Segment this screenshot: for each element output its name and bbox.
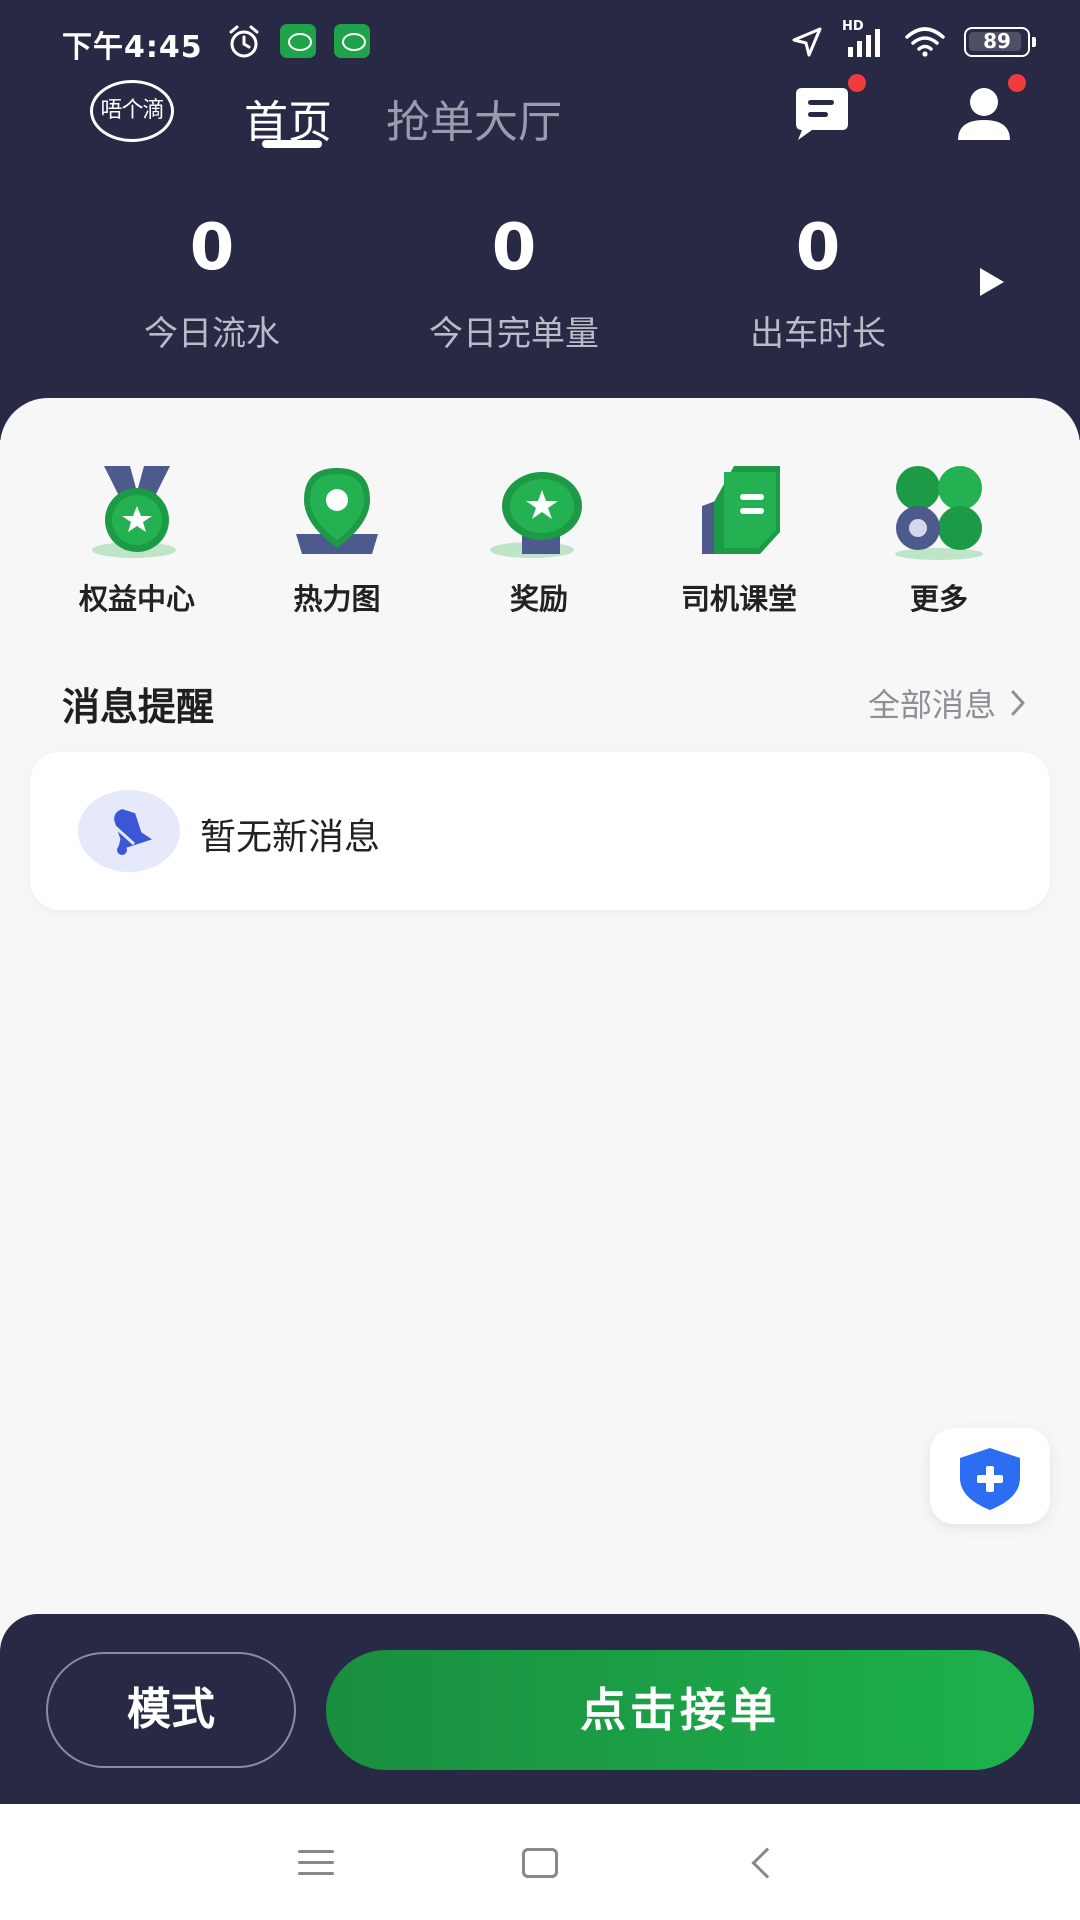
messages-badge (846, 72, 868, 94)
signal-icon: HD (842, 19, 886, 59)
system-navigation-bar (0, 1804, 1080, 1920)
messages-button[interactable] (790, 72, 868, 144)
user-icon (958, 88, 1010, 140)
chevron-right-icon (1011, 690, 1025, 716)
feature-benefits-center[interactable]: 权益中心 (52, 462, 222, 618)
app-notification-icon-2 (334, 24, 370, 58)
battery-indicator: 89 (964, 27, 1036, 57)
feature-label: 更多 (909, 582, 968, 616)
bell-icon-container (78, 790, 180, 872)
message-card[interactable]: 暂无新消息 (30, 752, 1050, 910)
wifi-icon (905, 27, 945, 57)
messages-section-title: 消息提醒 (62, 685, 215, 729)
all-messages-label: 全部消息 (867, 686, 996, 724)
stat-today-income[interactable]: 0 今日流水 (92, 208, 332, 355)
profile-badge (1006, 72, 1028, 94)
medal-star-icon (92, 466, 176, 558)
app-logo: 唔个滴 (90, 80, 174, 142)
app-notification-icon (280, 24, 316, 58)
location-arrow-icon (792, 27, 822, 57)
stat-driving-time[interactable]: 0 出车时长 (698, 208, 938, 355)
empty-message-text: 暂无新消息 (200, 817, 381, 858)
stat-value: 0 (491, 211, 537, 285)
recent-apps-icon[interactable] (298, 1850, 334, 1876)
all-messages-link[interactable]: 全部消息 (868, 680, 1028, 726)
status-bar: 下午4:45 HD 89 (0, 0, 1080, 80)
chat-bubble-icon (796, 88, 848, 140)
stat-label: 今日完单量 (429, 314, 599, 354)
stat-value: 0 (795, 211, 841, 285)
feature-label: 热力图 (293, 582, 381, 616)
accept-orders-button[interactable]: 点击接单 (326, 1650, 1034, 1770)
stat-value: 0 (189, 211, 235, 285)
feature-label: 司机课堂 (680, 582, 797, 616)
status-time: 下午4:45 (62, 30, 203, 65)
feature-rewards[interactable]: 奖励 (454, 462, 624, 618)
home-icon[interactable] (522, 1848, 558, 1878)
book-icon (702, 466, 780, 554)
safety-shield-button[interactable] (930, 1428, 1050, 1524)
alarm-icon (229, 25, 259, 58)
map-pin-icon (296, 468, 378, 554)
stat-today-orders[interactable]: 0 今日完单量 (394, 208, 634, 355)
status-right-icons: HD 89 (790, 19, 1036, 60)
feature-grid: 权益中心 热力图 奖励 司机课堂 更多 (0, 462, 1080, 616)
profile-button[interactable] (950, 72, 1028, 144)
feature-more[interactable]: 更多 (854, 462, 1024, 618)
more-grid-icon (895, 466, 983, 560)
stats-expand-arrow-icon[interactable] (980, 268, 1004, 296)
stat-label: 出车时长 (750, 314, 886, 354)
active-tab-indicator (262, 140, 322, 148)
feature-heatmap[interactable]: 热力图 (252, 462, 422, 618)
feature-label: 权益中心 (78, 582, 195, 616)
stat-label: 今日流水 (144, 314, 280, 354)
back-icon[interactable] (751, 1847, 783, 1879)
mode-button[interactable]: 模式 (46, 1652, 296, 1768)
feature-label: 奖励 (509, 582, 568, 616)
award-star-icon (490, 472, 582, 558)
shield-plus-icon (960, 1448, 1020, 1510)
bell-icon (112, 809, 153, 855)
tab-order-hall[interactable]: 抢单大厅 (386, 86, 562, 150)
feature-driver-class[interactable]: 司机课堂 (654, 462, 824, 618)
